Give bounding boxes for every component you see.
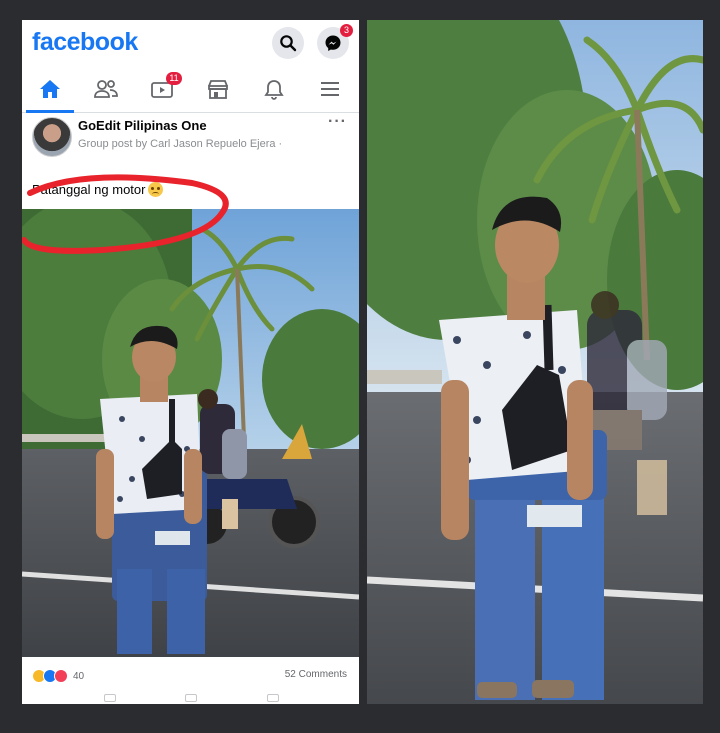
red-annotation-circle [22, 174, 229, 254]
home-icon [40, 80, 60, 98]
messenger-button[interactable]: 3 [317, 24, 353, 59]
nav-back-icon[interactable] [104, 694, 116, 702]
edited-photo [367, 20, 703, 704]
tab-notifications[interactable] [246, 66, 302, 112]
post-footer: 40 52 Comments [22, 657, 359, 704]
tab-friends[interactable] [78, 66, 134, 112]
tab-home[interactable] [22, 66, 78, 113]
nav-recent-icon[interactable] [267, 694, 279, 702]
bell-icon [264, 80, 284, 100]
app-header: facebook 3 [22, 20, 359, 66]
friends-icon [94, 80, 118, 98]
tab-watch[interactable]: 11 [134, 66, 190, 112]
reactions-summary[interactable]: 40 [32, 669, 84, 683]
comments-count[interactable]: 52 Comments [285, 669, 347, 680]
love-reaction-icon [54, 669, 68, 683]
marketplace-icon [208, 80, 228, 99]
facebook-post-screenshot: facebook 3 11 GoEdit Pilipinas One Group… [22, 20, 359, 704]
tab-marketplace[interactable] [190, 66, 246, 112]
more-options-icon[interactable]: ··· [328, 113, 347, 131]
tab-bar: 11 [22, 66, 359, 113]
group-name[interactable]: GoEdit Pilipinas One [78, 118, 207, 133]
facebook-logo[interactable]: facebook [32, 28, 138, 57]
messenger-icon [325, 35, 341, 51]
nav-home-icon[interactable] [185, 694, 197, 702]
watch-badge: 11 [166, 72, 182, 85]
reaction-count: 40 [73, 670, 85, 682]
search-icon [280, 35, 297, 52]
post-subtitle: Group post by Carl Jason Repuelo Ejera · [78, 138, 283, 150]
messenger-badge: 3 [340, 24, 353, 37]
post-photo[interactable] [22, 209, 359, 657]
tab-menu[interactable] [302, 66, 358, 112]
search-button[interactable] [272, 27, 304, 59]
post-header: GoEdit Pilipinas One Group post by Carl … [22, 113, 359, 163]
menu-icon [321, 82, 339, 96]
group-avatar[interactable] [32, 117, 72, 157]
